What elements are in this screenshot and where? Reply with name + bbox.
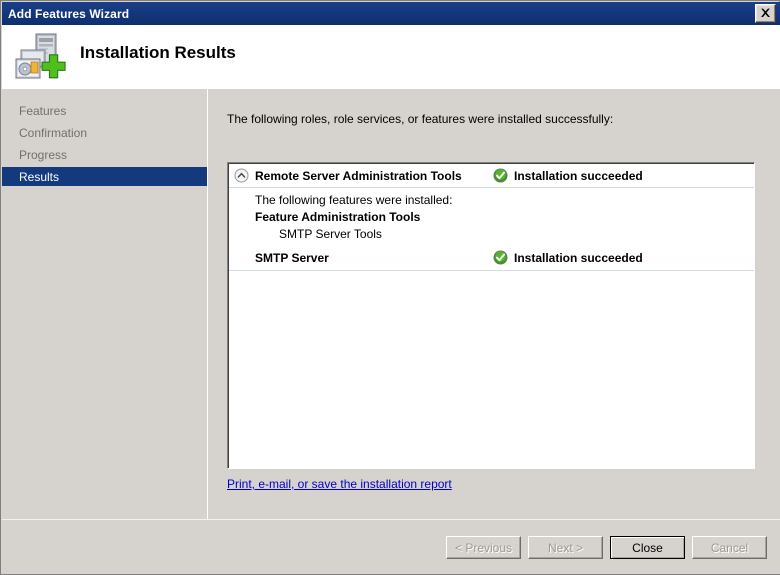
sidebar-item-label: Features: [19, 103, 67, 118]
main-content: The following roles, role services, or f…: [208, 89, 780, 574]
result-status-text: Installation succeeded: [514, 250, 643, 265]
sidebar-item-results[interactable]: Results: [2, 167, 207, 186]
cancel-button[interactable]: Cancel: [692, 536, 767, 559]
sidebar-item-confirmation[interactable]: Confirmation: [2, 123, 207, 142]
wizard-sidebar: Features Confirmation Progress Results: [2, 89, 207, 574]
page-title: Installation Results: [80, 43, 236, 62]
add-features-wizard-window: Add Features Wizard Installation Results…: [0, 0, 780, 575]
sidebar-item-features[interactable]: Features: [2, 101, 207, 120]
detail-line: Feature Administration Tools: [255, 210, 421, 224]
results-list-panel: Remote Server Administration Tools Insta…: [227, 162, 755, 469]
title-bar: Add Features Wizard: [2, 2, 780, 25]
result-status-text: Installation succeeded: [514, 168, 643, 183]
result-group-details: The following features were installed: F…: [229, 188, 754, 245]
sidebar-item-label: Results: [19, 169, 60, 184]
previous-button[interactable]: < Previous: [446, 536, 521, 559]
installation-report-link[interactable]: Print, e-mail, or save the installation …: [227, 477, 452, 491]
result-group-name: Remote Server Administration Tools: [255, 168, 462, 183]
sidebar-item-label: Confirmation: [19, 125, 88, 140]
add-features-server-icon: [12, 31, 66, 81]
next-button[interactable]: Next >: [528, 536, 603, 559]
wizard-footer: < Previous Next > Close Cancel: [2, 520, 780, 574]
result-status: Installation succeeded: [493, 168, 643, 183]
close-button[interactable]: Close: [610, 536, 685, 559]
result-row-name: SMTP Server: [255, 250, 329, 265]
intro-text: The following roles, role services, or f…: [227, 112, 614, 126]
window-title: Add Features Wizard: [8, 6, 130, 21]
close-icon[interactable]: [755, 4, 776, 23]
page-header: Installation Results: [2, 25, 780, 88]
footer-button-row: < Previous Next > Close Cancel: [446, 536, 767, 559]
success-check-icon: [493, 250, 508, 265]
result-group-header: Remote Server Administration Tools Insta…: [229, 164, 754, 188]
sidebar-item-label: Progress: [19, 147, 68, 162]
result-status: Installation succeeded: [493, 250, 643, 265]
chevron-up-circle-icon[interactable]: [234, 168, 249, 183]
sidebar-item-progress[interactable]: Progress: [2, 145, 207, 164]
result-row: SMTP Server Installation succeeded: [229, 245, 754, 271]
success-check-icon: [493, 168, 508, 183]
detail-line: The following features were installed:: [255, 193, 453, 207]
detail-line: SMTP Server Tools: [279, 227, 382, 241]
